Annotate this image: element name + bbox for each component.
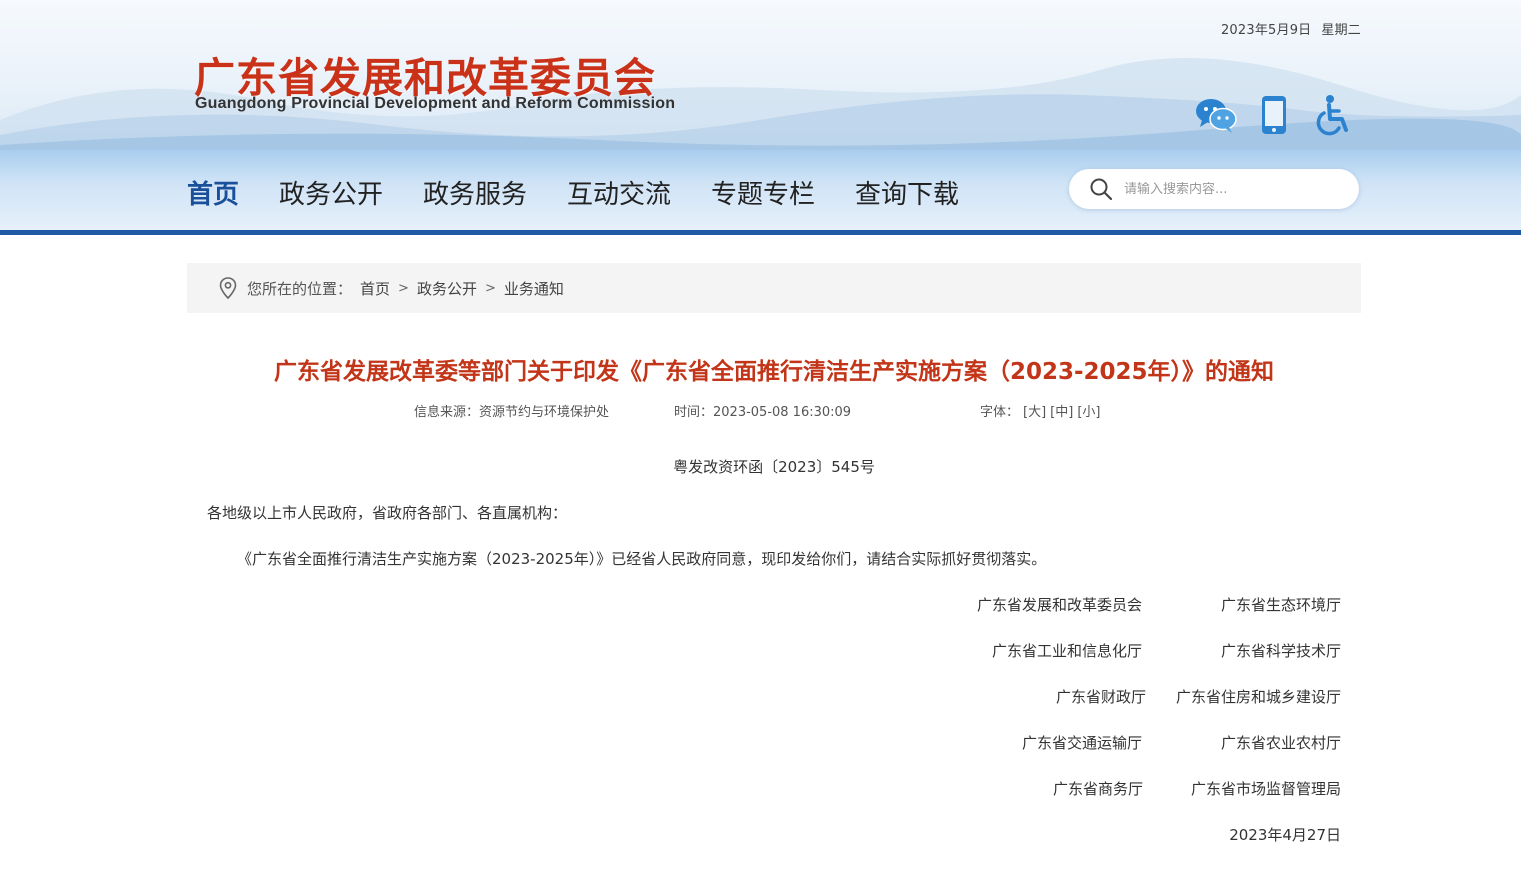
breadcrumb-home[interactable]: 首页	[360, 278, 390, 299]
font-size-small[interactable]: [小]	[1077, 405, 1100, 420]
main-navbar: 首页 政务公开 政务服务 互动交流 专题专栏 查询下载	[0, 150, 1521, 235]
nav-item-interaction[interactable]: 互动交流	[567, 174, 671, 211]
signatory: 广东省交通运输厅	[1021, 734, 1142, 752]
signatory: 广东省市场监督管理局	[1190, 780, 1341, 798]
location-pin-icon	[219, 277, 237, 299]
article-title: 广东省发展改革委等部门关于印发《广东省全面推行清洁生产实施方案（2023-202…	[273, 359, 1275, 385]
signatory: 广东省商务厅	[1052, 780, 1143, 798]
weekday-text: 星期二	[1321, 23, 1361, 38]
breadcrumb: 您所在的位置： 首页 > 政务公开 > 业务通知	[187, 263, 1361, 313]
signatory: 广东省科学技术厅	[1220, 642, 1341, 660]
date-text: 2023年5月9日	[1220, 23, 1312, 38]
font-size-medium[interactable]: [中]	[1050, 405, 1073, 420]
signatory: 广东省住房和城乡建设厅	[1175, 688, 1341, 706]
signatory: 广东省农业农村厅	[1220, 734, 1341, 752]
signatory: 广东省发展和改革委员会	[976, 596, 1142, 614]
breadcrumb-business-notice[interactable]: 业务通知	[504, 278, 564, 299]
nav-item-gov-services[interactable]: 政务服务	[423, 174, 527, 211]
article-body: 《广东省全面推行清洁生产实施方案（2023-2025年）》已经省人民政府同意，现…	[237, 550, 1047, 568]
article-source: 信息来源：资源节约与环境保护处	[414, 405, 610, 420]
document-number: 粤发改资环函〔2023〕545号	[673, 458, 875, 476]
search-icon[interactable]	[1088, 176, 1114, 202]
signatory: 广东省财政厅	[1055, 688, 1146, 706]
font-size-control: 字体： [大] [中] [小]	[980, 401, 1100, 420]
nav-item-gov-affairs[interactable]: 政务公开	[279, 174, 383, 211]
current-date: 2023年5月9日 星期二	[1221, 19, 1361, 38]
font-size-label: 字体：	[980, 405, 1020, 420]
signatory: 广东省生态环境厅	[1220, 596, 1341, 614]
site-logo-en: Guangdong Provincial Development and Ref…	[195, 95, 676, 112]
search-box	[1069, 169, 1359, 209]
wechat-icon[interactable]	[1193, 92, 1239, 138]
sign-date: 2023年4月27日	[1229, 826, 1341, 844]
font-size-large[interactable]: [大]	[1023, 405, 1046, 420]
article-time: 时间：2023-05-08 16:30:09	[674, 405, 852, 420]
nav-item-special-topics[interactable]: 专题专栏	[711, 174, 815, 211]
site-header: 2023年5月9日 星期二 广东省发展和改革委员会 Guangdong Provi…	[0, 0, 1521, 150]
signatory: 广东省工业和信息化厅	[991, 642, 1142, 660]
nav-item-home[interactable]: 首页	[187, 174, 239, 211]
mobile-icon[interactable]	[1251, 92, 1297, 138]
breadcrumb-label: 您所在的位置：	[247, 279, 353, 298]
article-salutation: 各地级以上市人民政府，省政府各部门、各直属机构：	[207, 504, 568, 522]
accessibility-icon[interactable]	[1309, 92, 1355, 138]
breadcrumb-separator: >	[398, 280, 409, 296]
search-input[interactable]	[1124, 181, 1334, 197]
breadcrumb-separator: >	[484, 280, 496, 296]
breadcrumb-gov-affairs[interactable]: 政务公开	[417, 278, 477, 299]
nav-item-downloads[interactable]: 查询下载	[855, 174, 959, 211]
